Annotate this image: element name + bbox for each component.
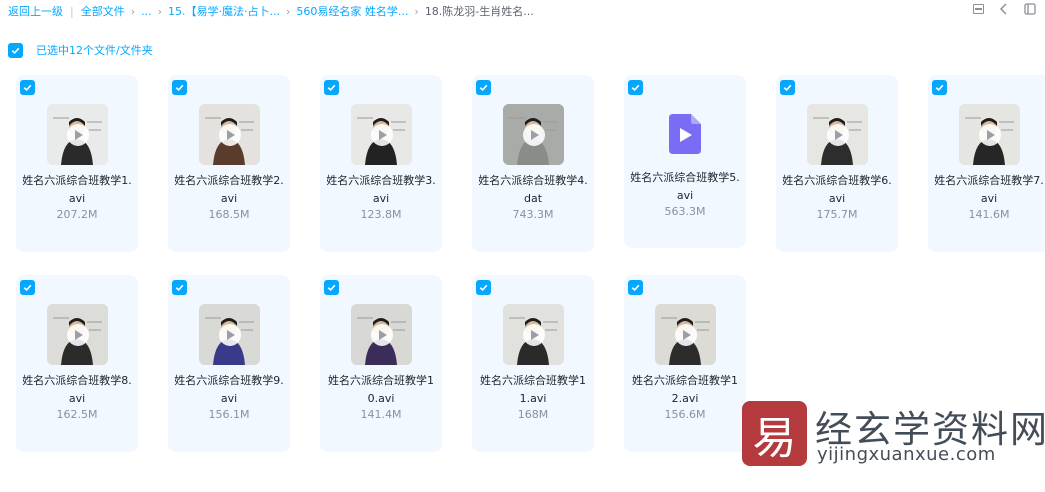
file-checkbox[interactable]: [476, 80, 491, 95]
file-name: 姓名六派综合班教学5.avi: [630, 171, 740, 202]
video-thumbnail: [47, 104, 108, 165]
file-card[interactable]: 姓名六派综合班教学10.avi 141.4M: [320, 275, 442, 452]
breadcrumb-separator: ›: [130, 4, 136, 18]
file-checkbox[interactable]: [780, 80, 795, 95]
play-icon: [66, 323, 89, 346]
video-thumbnail: [503, 104, 564, 165]
file-size: 563.3M: [664, 205, 706, 218]
breadcrumb-item-1[interactable]: 15.【易学·魔法·占卜...: [168, 3, 280, 19]
file-card[interactable]: 姓名六派综合班教学6.avi 175.7M: [776, 75, 898, 252]
breadcrumb-ellipsis[interactable]: ...: [141, 5, 152, 18]
file-card[interactable]: 姓名六派综合班教学5.avi 563.3M: [624, 75, 746, 248]
selection-bar: 已选中12个文件/文件夹: [8, 42, 153, 58]
file-size: 175.7M: [816, 208, 858, 221]
video-thumbnail: [655, 304, 716, 365]
file-checkbox[interactable]: [476, 280, 491, 295]
file-card[interactable]: 姓名六派综合班教学1.avi 207.2M: [16, 75, 138, 252]
video-thumbnail: [351, 104, 412, 165]
play-icon: [522, 123, 545, 146]
file-name: 姓名六派综合班教学1.avi: [22, 174, 132, 205]
selection-count-text: 已选中12个文件/文件夹: [36, 44, 153, 57]
video-thumbnail: [807, 104, 868, 165]
play-icon: [522, 323, 545, 346]
file-card[interactable]: 姓名六派综合班教学2.avi 168.5M: [168, 75, 290, 252]
watermark-url: yijingxuanxue.com: [817, 444, 996, 465]
file-checkbox[interactable]: [172, 280, 187, 295]
file-name: 姓名六派综合班教学10.avi: [328, 374, 434, 405]
list-view-icon[interactable]: [971, 2, 985, 16]
breadcrumb-divider: |: [70, 4, 74, 18]
file-size: 156.1M: [208, 408, 250, 421]
file-card[interactable]: 姓名六派综合班教学9.avi 156.1M: [168, 275, 290, 452]
file-checkbox[interactable]: [172, 80, 187, 95]
select-all-checkbox[interactable]: [8, 42, 23, 58]
file-card[interactable]: 姓名六派综合班教学4.dat 743.3M: [472, 75, 594, 252]
breadcrumb: 返回上一级 | 全部文件 › ... › 15.【易学·魔法·占卜... › 5…: [8, 3, 534, 19]
file-name: 姓名六派综合班教学7.avi: [934, 174, 1044, 205]
video-thumbnail: [351, 304, 412, 365]
video-thumbnail: [503, 304, 564, 365]
play-icon: [66, 123, 89, 146]
file-name: 姓名六派综合班教学2.avi: [174, 174, 284, 205]
file-name: 姓名六派综合班教学9.avi: [174, 374, 284, 405]
file-name: 姓名六派综合班教学11.avi: [480, 374, 586, 405]
top-bar: 返回上一级 | 全部文件 › ... › 15.【易学·魔法·占卜... › 5…: [0, 0, 1045, 22]
watermark-logo: 易: [742, 401, 807, 466]
file-size: 168M: [517, 408, 549, 421]
breadcrumb-separator: ›: [157, 4, 163, 18]
file-size: 207.2M: [56, 208, 98, 221]
back-link[interactable]: 返回上一级: [8, 3, 63, 19]
file-name: 姓名六派综合班教学12.avi: [632, 374, 738, 405]
file-name: 姓名六派综合班教学6.avi: [782, 174, 892, 205]
file-card[interactable]: 姓名六派综合班教学12.avi 156.6M: [624, 275, 746, 452]
file-card[interactable]: 姓名六派综合班教学8.avi 162.5M: [16, 275, 138, 452]
play-icon: [674, 323, 697, 346]
file-checkbox[interactable]: [628, 80, 643, 95]
breadcrumb-current: 18.陈龙羽-生肖姓名...: [424, 5, 534, 18]
file-checkbox[interactable]: [20, 80, 35, 95]
video-thumbnail: [199, 104, 260, 165]
file-checkbox[interactable]: [628, 280, 643, 295]
breadcrumb-item-2[interactable]: 560易经名家 姓名学...: [296, 3, 408, 19]
breadcrumb-separator: ›: [414, 4, 419, 18]
file-name: 姓名六派综合班教学8.avi: [22, 374, 132, 405]
file-size: 743.3M: [512, 208, 554, 221]
play-icon: [370, 323, 393, 346]
view-controls: [971, 2, 1037, 16]
breadcrumb-separator: ›: [286, 4, 291, 18]
file-card[interactable]: 姓名六派综合班教学11.avi 168M: [472, 275, 594, 452]
file-card[interactable]: 姓名六派综合班教学7.avi 141.6M: [928, 75, 1045, 252]
file-size: 156.6M: [664, 408, 706, 421]
video-file-icon: [669, 114, 701, 154]
file-size: 141.4M: [360, 408, 402, 421]
play-icon: [218, 123, 241, 146]
chevron-left-icon[interactable]: [997, 2, 1011, 16]
play-icon: [370, 123, 393, 146]
file-size: 123.8M: [360, 208, 402, 221]
video-thumbnail: [199, 304, 260, 365]
play-icon: [978, 123, 1001, 146]
collapse-icon[interactable]: [1023, 2, 1037, 16]
breadcrumb-all-files[interactable]: 全部文件: [81, 3, 125, 19]
file-size: 141.6M: [968, 208, 1010, 221]
file-checkbox[interactable]: [324, 80, 339, 95]
file-size: 168.5M: [208, 208, 250, 221]
file-name: 姓名六派综合班教学3.avi: [326, 174, 436, 205]
video-thumbnail: [959, 104, 1020, 165]
watermark-logo-char: 易: [752, 412, 797, 464]
file-card[interactable]: 姓名六派综合班教学3.avi 123.8M: [320, 75, 442, 252]
play-icon: [218, 323, 241, 346]
file-checkbox[interactable]: [20, 280, 35, 295]
video-thumbnail: [47, 304, 108, 365]
file-checkbox[interactable]: [324, 280, 339, 295]
file-name: 姓名六派综合班教学4.dat: [478, 174, 588, 205]
file-checkbox[interactable]: [932, 80, 947, 95]
file-size: 162.5M: [56, 408, 98, 421]
play-icon: [826, 123, 849, 146]
